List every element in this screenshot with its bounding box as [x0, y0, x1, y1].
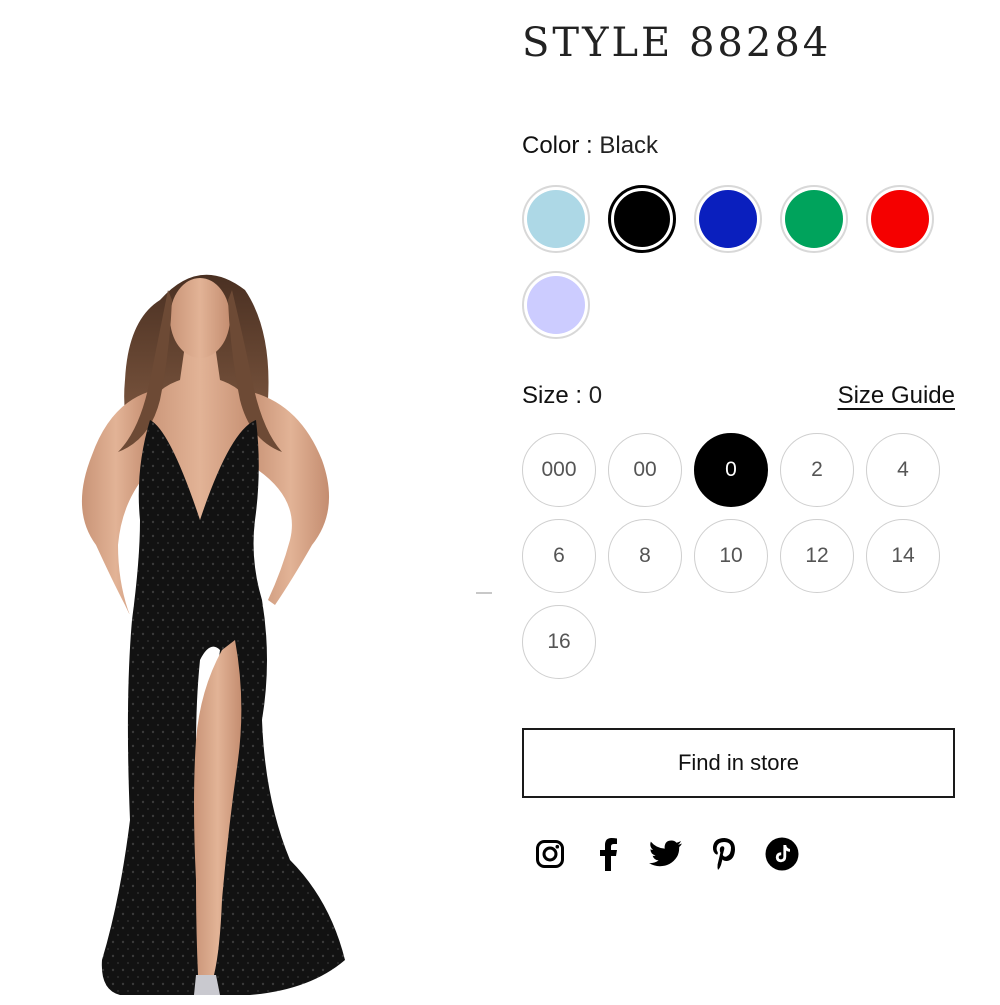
twitter-icon[interactable] [648, 836, 684, 872]
color-swatch-fill [527, 190, 585, 248]
product-title: STYLE 88284 [522, 20, 832, 66]
pinterest-icon[interactable] [706, 836, 742, 872]
size-label: Size : 0 [522, 382, 602, 410]
color-swatch-fill [785, 190, 843, 248]
color-swatch-fill [871, 190, 929, 248]
color-swatch-fill [527, 276, 585, 334]
model-in-gown-image [81, 274, 346, 995]
size-option-10[interactable]: 10 [694, 519, 768, 593]
color-swatch-royal-blue[interactable] [694, 185, 762, 253]
size-option-0[interactable]: 0 [694, 433, 768, 507]
size-option-16[interactable]: 16 [522, 605, 596, 679]
social-links [532, 836, 800, 872]
find-in-store-button[interactable]: Find in store [522, 728, 955, 798]
color-swatch-black[interactable] [608, 185, 676, 253]
color-label-text: Color : [522, 132, 600, 159]
size-option-6[interactable]: 6 [522, 519, 596, 593]
color-swatch-green[interactable] [780, 185, 848, 253]
color-swatch-red[interactable] [866, 185, 934, 253]
facebook-icon[interactable] [590, 836, 626, 872]
size-option-2[interactable]: 2 [780, 433, 854, 507]
size-option-4[interactable]: 4 [866, 433, 940, 507]
selected-size-value: 0 [588, 382, 603, 409]
color-swatch-lilac[interactable] [522, 271, 590, 339]
gallery-divider [476, 592, 492, 594]
size-option-000[interactable]: 000 [522, 433, 596, 507]
color-swatch-fill [614, 191, 670, 247]
color-swatch-fill [699, 190, 757, 248]
selected-color-value: Black [599, 132, 659, 159]
size-guide-link[interactable]: Size Guide [838, 382, 955, 410]
size-option-00[interactable]: 00 [608, 433, 682, 507]
size-label-text: Size : [522, 382, 589, 409]
size-option-12[interactable]: 12 [780, 519, 854, 593]
product-image[interactable] [0, 0, 470, 1000]
color-swatch-light-blue[interactable] [522, 185, 590, 253]
color-label: Color : Black [522, 132, 658, 160]
instagram-icon[interactable] [532, 836, 568, 872]
tiktok-icon[interactable] [764, 836, 800, 872]
size-option-14[interactable]: 14 [866, 519, 940, 593]
size-option-8[interactable]: 8 [608, 519, 682, 593]
